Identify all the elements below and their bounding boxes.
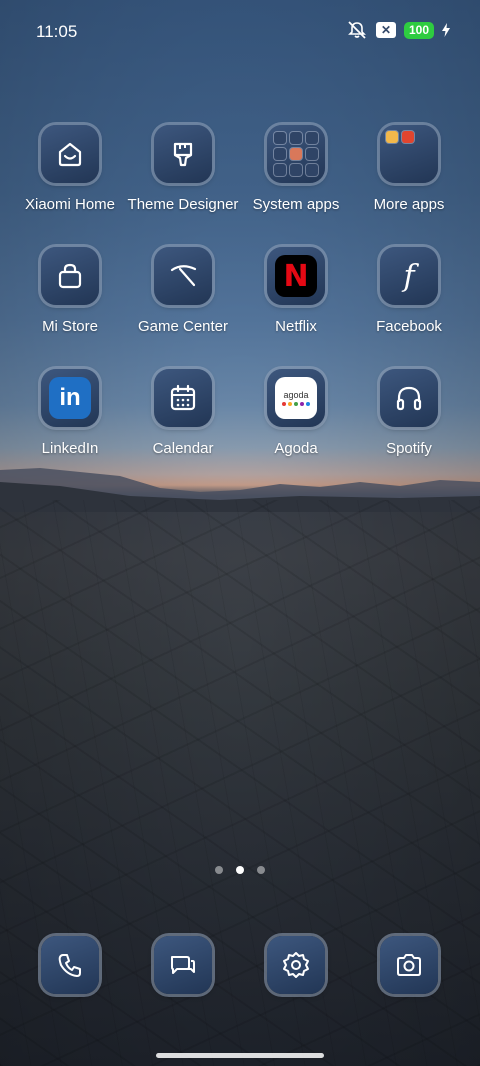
xiaomi-home-icon — [41, 125, 99, 183]
headphones-icon — [380, 369, 438, 427]
home-indicator[interactable] — [156, 1053, 324, 1058]
gear-icon — [267, 936, 325, 994]
app-label: Xiaomi Home — [24, 196, 116, 213]
linkedin-icon: in — [41, 369, 99, 427]
folder-icon — [267, 125, 325, 183]
app-agoda[interactable]: agoda Agoda — [236, 369, 356, 457]
app-label: Netflix — [275, 318, 317, 335]
agoda-dot — [288, 402, 292, 406]
netflix-logo: N — [275, 255, 317, 297]
camera-icon — [380, 936, 438, 994]
status-icons: ✕ 100 — [346, 21, 450, 39]
mute-vibrate-icon — [346, 21, 368, 39]
dock-messages[interactable] — [123, 936, 243, 994]
app-calendar[interactable]: Calendar — [123, 369, 243, 457]
phone-icon — [41, 936, 99, 994]
app-label: Mi Store — [42, 318, 98, 335]
facebook-letter: f — [403, 258, 415, 294]
status-bar: 11:05 ✕ 100 — [0, 0, 480, 62]
app-spotify[interactable]: Spotify — [349, 369, 469, 457]
dock-settings[interactable] — [236, 936, 356, 994]
game-center-icon — [154, 247, 212, 305]
paintbrush-icon — [154, 125, 212, 183]
app-netflix[interactable]: N Netflix — [236, 247, 356, 335]
agoda-dots — [282, 402, 310, 406]
messages-icon — [154, 936, 212, 994]
app-label: Facebook — [376, 318, 442, 335]
app-label: Calendar — [152, 440, 214, 457]
charging-bolt-icon — [442, 23, 450, 37]
app-xiaomi-home[interactable]: Xiaomi Home — [10, 125, 130, 213]
linkedin-logo: in — [49, 377, 91, 419]
shopping-bag-icon — [41, 247, 99, 305]
app-mi-store[interactable]: Mi Store — [10, 247, 130, 335]
agoda-dot — [294, 402, 298, 406]
no-sim-icon: ✕ — [375, 22, 396, 38]
agoda-dot — [300, 402, 304, 406]
agoda-dot — [306, 402, 310, 406]
app-game-center[interactable]: Game Center — [123, 247, 243, 335]
netflix-icon: N — [267, 247, 325, 305]
app-linkedin[interactable]: in LinkedIn — [10, 369, 130, 457]
page-dot[interactable] — [257, 866, 265, 874]
app-facebook[interactable]: f Facebook — [349, 247, 469, 335]
page-dot[interactable] — [215, 866, 223, 874]
app-label: System apps — [252, 196, 340, 213]
dock-phone[interactable] — [10, 936, 130, 994]
battery-icon: 100 — [403, 21, 434, 39]
status-time: 11:05 — [36, 22, 78, 41]
app-label: LinkedIn — [41, 440, 99, 457]
app-theme-designer[interactable]: Theme Designer — [123, 125, 243, 213]
agoda-wordmark: agoda — [283, 390, 309, 400]
app-label: Agoda — [274, 440, 318, 457]
page-indicator — [0, 866, 480, 874]
folder-icon — [380, 125, 438, 183]
app-label: Game Center — [137, 318, 229, 335]
app-label: Spotify — [386, 440, 432, 457]
folder-system-apps[interactable]: System apps — [236, 125, 356, 213]
agoda-icon: agoda — [267, 369, 325, 427]
facebook-icon: f — [380, 247, 438, 305]
folder-more-apps[interactable]: More apps — [349, 125, 469, 213]
app-label: More apps — [373, 196, 445, 213]
agoda-logo: agoda — [275, 377, 317, 419]
page-dot[interactable] — [236, 866, 244, 874]
dock-camera[interactable] — [349, 936, 469, 994]
agoda-dot — [282, 402, 286, 406]
calendar-icon — [154, 369, 212, 427]
app-label: Theme Designer — [127, 196, 239, 213]
